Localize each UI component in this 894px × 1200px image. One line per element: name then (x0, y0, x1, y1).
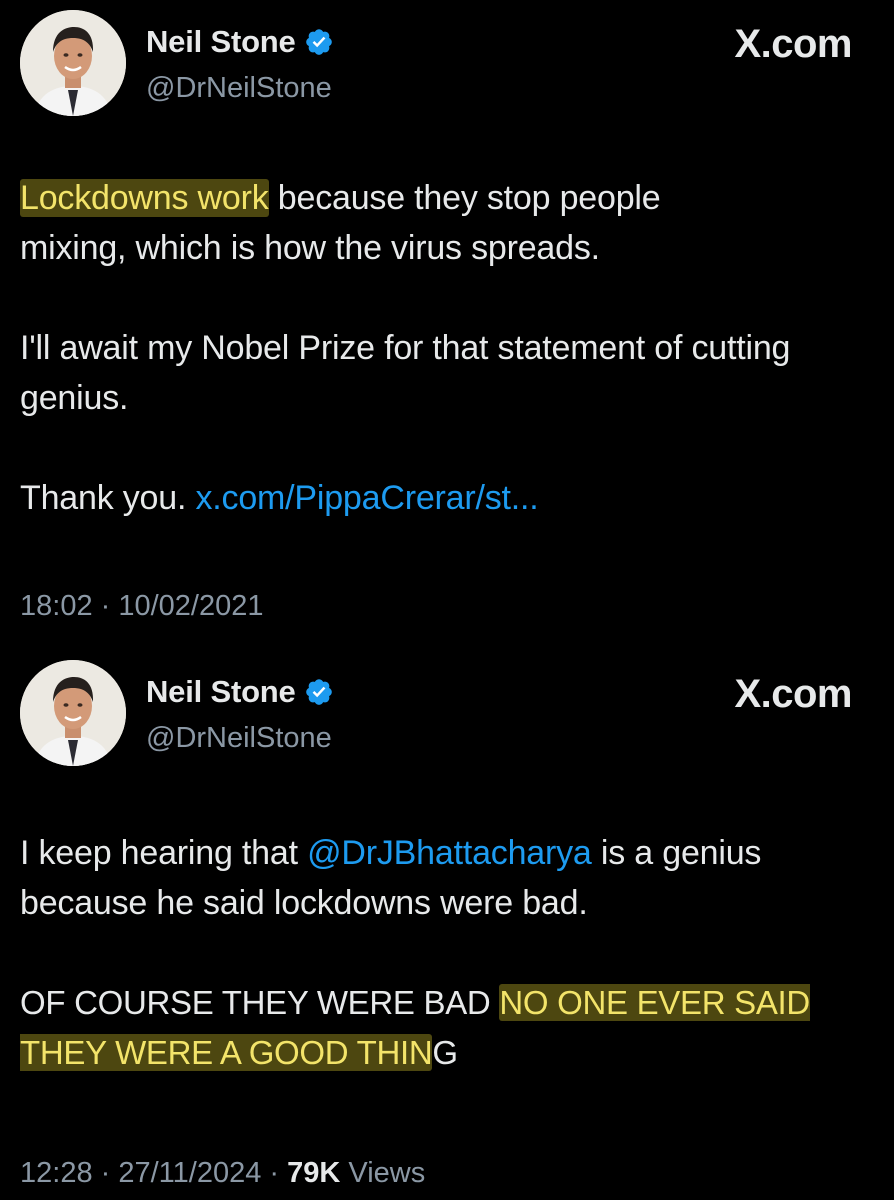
text-segment: Thank you. (20, 479, 196, 517)
paragraph: Thank you. x.com/PippaCrerar/st... (20, 473, 854, 523)
tweet-link[interactable]: x.com/PippaCrerar/st... (195, 479, 538, 517)
profile-photo-icon (20, 10, 126, 116)
tweet-text: Lockdowns work because they stop people m… (20, 173, 854, 523)
display-name[interactable]: Neil Stone (146, 24, 296, 60)
handle[interactable]: @DrNeilStone (146, 72, 332, 105)
paragraph: Lockdowns work because they stop people m… (20, 173, 854, 273)
highlighted-text: Lockdowns work (20, 179, 269, 217)
paragraph: I'll await my Nobel Prize for that state… (20, 329, 791, 417)
text-segment: I keep hearing that (20, 834, 308, 872)
tweet-meta: 12:28 · 27/11/2024 · 79K Views (20, 1157, 425, 1190)
avatar[interactable] (20, 660, 126, 766)
views-count[interactable]: 79K (287, 1157, 340, 1189)
handle[interactable]: @DrNeilStone (146, 722, 332, 755)
text-segment: G (432, 1034, 458, 1071)
text-segment: because they stop people (268, 179, 661, 217)
mention-link[interactable]: @DrJBhattacharya (307, 834, 592, 872)
verified-badge-icon (304, 677, 334, 707)
display-name[interactable]: Neil Stone (146, 674, 296, 710)
text-segment: OF COURSE THEY WERE BAD (20, 984, 500, 1021)
brand-logo: X.com (734, 22, 852, 66)
avatar[interactable] (20, 10, 126, 116)
tweet-2[interactable]: Neil Stone @DrNeilStone X.com I keep hea… (0, 650, 894, 1200)
verified-badge-icon (304, 27, 334, 57)
paragraph: I keep hearing that @DrJBhattacharya is … (20, 828, 854, 928)
profile-photo-icon (20, 660, 126, 766)
paragraph: OF COURSE THEY WERE BAD NO ONE EVER SAID… (20, 978, 854, 1078)
timestamp[interactable]: 12:28 · 27/11/2024 · (20, 1157, 287, 1189)
brand-logo: X.com (734, 672, 852, 716)
tweet-1[interactable]: Neil Stone @DrNeilStone X.com Lockdowns … (0, 0, 894, 650)
timestamp[interactable]: 18:02 · 10/02/2021 (20, 590, 263, 623)
tweet-text: I keep hearing that @DrJBhattacharya is … (20, 828, 854, 1078)
views-label: Views (340, 1157, 426, 1189)
author-row: Neil Stone (146, 674, 334, 710)
text-segment: mixing, which is how the virus spreads. (20, 229, 600, 267)
author-row: Neil Stone (146, 24, 334, 60)
